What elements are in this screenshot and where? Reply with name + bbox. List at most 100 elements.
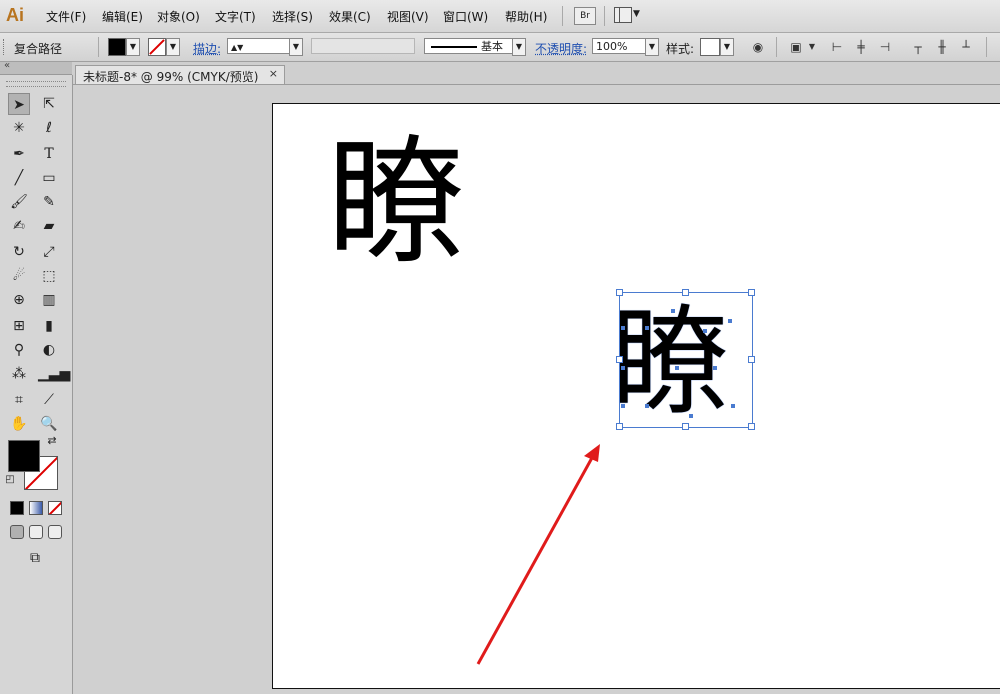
gradient-mode-icon[interactable]	[29, 501, 43, 515]
menu-file[interactable]: 文件(F)	[46, 8, 86, 25]
draw-inside-icon[interactable]	[48, 525, 62, 539]
arrange-documents-button[interactable]: ▼	[614, 6, 644, 24]
menu-type[interactable]: 文字(T)	[215, 8, 256, 25]
separator	[776, 37, 777, 57]
document-tab-bar: 未标题-8* @ 99% (CMYK/预览) ×	[73, 62, 1000, 85]
collapse-panel-icon[interactable]: «	[4, 60, 10, 71]
lasso-tool-icon[interactable]: ℓ	[38, 117, 60, 139]
type-tool-icon[interactable]: T	[38, 143, 60, 165]
separator	[98, 37, 99, 57]
mesh-tool-icon[interactable]: ⊞	[8, 315, 30, 337]
menu-effect[interactable]: 效果(C)	[329, 8, 371, 25]
none-mode-icon[interactable]	[48, 501, 62, 515]
slice-tool-icon[interactable]: ⟋	[38, 389, 60, 411]
stroke-line-preview	[431, 46, 477, 48]
eyedropper-tool-icon[interactable]: ⚲	[8, 339, 30, 361]
menu-select[interactable]: 选择(S)	[272, 8, 313, 25]
align-bottom-icon[interactable]: ┴	[958, 39, 974, 55]
hand-tool-icon[interactable]: ✋	[8, 413, 30, 435]
change-screen-mode-icon[interactable]: ⧉	[24, 547, 46, 569]
zoom-tool-icon[interactable]: 🔍	[38, 413, 60, 435]
control-bar: 复合路径 ▼ ▼ 描边: ▲▼ ▼ 基本 ▼ 不透明度: 100% ▼ 样式: …	[0, 33, 1000, 62]
menu-window[interactable]: 窗口(W)	[443, 8, 488, 25]
layout-icon	[614, 7, 632, 23]
align-center-icon[interactable]: ╪	[853, 39, 869, 55]
menu-help[interactable]: 帮助(H)	[505, 8, 547, 25]
close-icon[interactable]: ×	[269, 67, 278, 80]
default-colors-icon[interactable]: ◰	[3, 473, 17, 487]
rotate-tool-icon[interactable]: ↻	[8, 241, 30, 263]
brush-definition-field[interactable]: 基本	[424, 38, 526, 54]
toolbox: ➤ ⇱ ✳ ℓ ✒ T ╱ ▭ 🖌 ✎ ✍ ▰ ↻ ⤢ ☄ ⬚ ⊕ ▥ ⊞ ▮ …	[0, 75, 73, 694]
recolor-artwork-icon[interactable]: ◉	[750, 39, 766, 55]
pencil-tool-icon[interactable]: ✎	[38, 191, 60, 213]
transform-reference-icon[interactable]: ▣	[788, 39, 804, 55]
menu-edit[interactable]: 编辑(E)	[102, 8, 143, 25]
stepper-icon[interactable]: ▲▼	[231, 43, 243, 52]
artboard[interactable]: 瞭 瞭	[272, 103, 1000, 689]
annotation-arrow	[476, 444, 600, 665]
shape-builder-tool-icon[interactable]: ⊕	[8, 289, 30, 311]
fill-color-swatch[interactable]	[108, 38, 126, 56]
direct-selection-tool-icon[interactable]: ⇱	[38, 93, 60, 115]
warp-tool-icon[interactable]: ☄	[8, 265, 30, 287]
line-segment-tool-icon[interactable]: ╱	[8, 167, 30, 189]
stroke-weight-label[interactable]: 描边:	[193, 40, 221, 57]
menu-object[interactable]: 对象(O)	[157, 8, 200, 25]
blob-brush-tool-icon[interactable]: ✍	[8, 215, 30, 237]
scale-tool-icon[interactable]: ⤢	[38, 241, 60, 263]
opacity-label[interactable]: 不透明度:	[535, 40, 587, 57]
align-top-icon[interactable]: ┬	[910, 39, 926, 55]
perspective-grid-tool-icon[interactable]: ▥	[38, 289, 60, 311]
menu-separator	[562, 6, 563, 26]
app-logo: Ai	[6, 5, 24, 25]
brush-dropdown[interactable]: ▼	[512, 38, 526, 56]
menu-separator	[604, 6, 605, 26]
rectangle-tool-icon[interactable]: ▭	[38, 167, 60, 189]
draw-behind-icon[interactable]	[29, 525, 43, 539]
magic-wand-tool-icon[interactable]: ✳	[8, 117, 30, 139]
arrow-head	[584, 444, 600, 462]
variable-width-profile	[311, 38, 415, 54]
separator	[986, 37, 987, 57]
toolbox-header: «	[0, 60, 72, 75]
arrow-shaft	[476, 455, 595, 665]
stroke-color-swatch[interactable]	[148, 38, 166, 56]
align-right-icon[interactable]: ⊣	[877, 39, 893, 55]
symbol-sprayer-tool-icon[interactable]: ⁂	[8, 363, 30, 385]
panel-grip[interactable]	[3, 39, 7, 55]
document-tab[interactable]: 未标题-8* @ 99% (CMYK/预览) ×	[75, 65, 285, 84]
artboard-tool-icon[interactable]: ⌗	[8, 389, 30, 411]
bridge-button[interactable]: Br	[574, 7, 596, 25]
canvas-area[interactable]: 瞭 瞭	[73, 85, 1000, 694]
chevron-down-icon[interactable]: ▼	[804, 39, 820, 55]
draw-normal-icon[interactable]	[10, 525, 24, 539]
document-tab-title: 未标题-8* @ 99% (CMYK/预览)	[83, 70, 259, 84]
align-middle-icon[interactable]: ╫	[934, 39, 950, 55]
color-mode-icon[interactable]	[10, 501, 24, 515]
panel-grip[interactable]	[6, 81, 66, 87]
selection-type-label: 复合路径	[14, 42, 63, 56]
pen-tool-icon[interactable]: ✒	[8, 143, 30, 165]
menu-bar: Ai 文件(F) 编辑(E) 对象(O) 文字(T) 选择(S) 效果(C) 视…	[0, 0, 1000, 33]
fill-dropdown[interactable]: ▼	[126, 38, 140, 56]
column-graph-tool-icon[interactable]: ▁▃▅	[38, 363, 70, 385]
stroke-weight-dropdown[interactable]: ▼	[289, 38, 303, 56]
blend-tool-icon[interactable]: ◐	[38, 339, 60, 361]
selection-tool-icon[interactable]: ➤	[8, 93, 30, 115]
swap-colors-icon[interactable]: ⇄	[44, 433, 60, 449]
chevron-down-icon: ▼	[633, 9, 640, 19]
fill-color-box[interactable]	[8, 440, 40, 472]
free-transform-tool-icon[interactable]: ⬚	[38, 265, 60, 287]
align-left-icon[interactable]: ⊢	[829, 39, 845, 55]
graphic-style-swatch[interactable]	[700, 38, 720, 56]
opacity-dropdown[interactable]: ▼	[645, 38, 659, 56]
menu-view[interactable]: 视图(V)	[387, 8, 429, 25]
eraser-tool-icon[interactable]: ▰	[38, 215, 60, 237]
graphic-style-dropdown[interactable]: ▼	[720, 38, 734, 56]
gradient-tool-icon[interactable]: ▮	[38, 315, 60, 337]
paintbrush-tool-icon[interactable]: 🖌	[8, 191, 30, 213]
style-label: 样式:	[666, 42, 695, 56]
stroke-profile-label: 基本	[481, 40, 503, 53]
stroke-dropdown[interactable]: ▼	[166, 38, 180, 56]
